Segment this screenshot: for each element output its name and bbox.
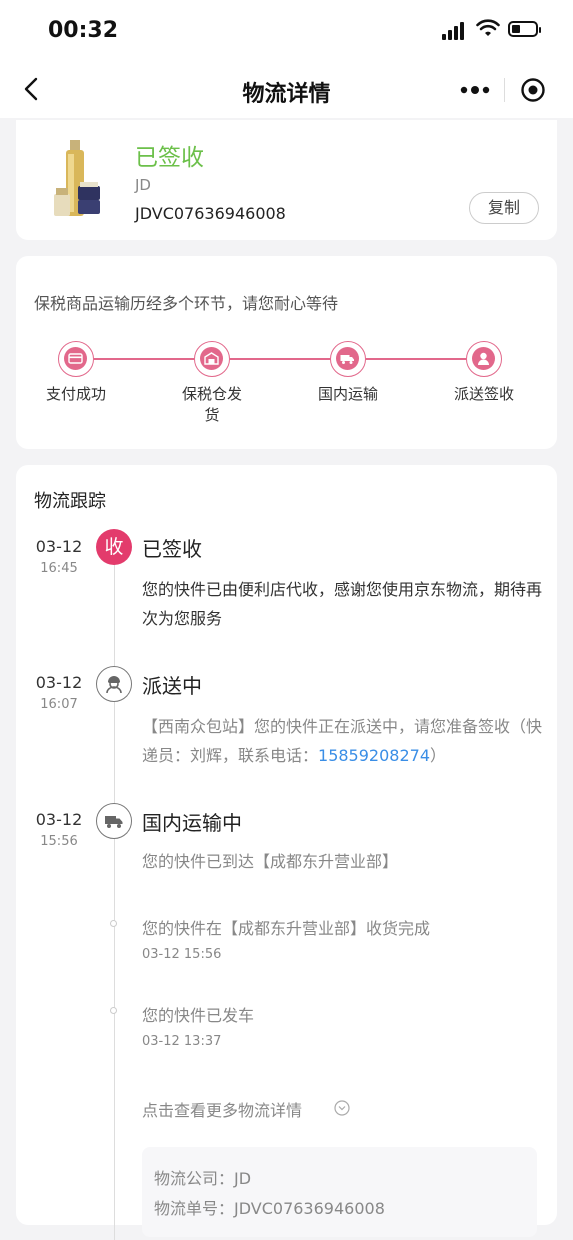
- event-title: 派送中: [142, 674, 202, 698]
- tracking-card: 物流跟踪 03-12 16:45 收 已签收 您的快件已由便利店代收，感谢您使用…: [16, 465, 557, 1240]
- sub-event-text: 您的快件已发车: [142, 1006, 255, 1025]
- event-date: 03-12: [35, 810, 83, 829]
- sub-event-time: 03-12 13:37: [142, 1034, 222, 1049]
- sub-event-time: 03-12 15:56: [142, 947, 222, 962]
- event-text: 【西南众包站】您的快件正在派送中，请您准备签收（快递员：刘辉，联系电话：1585…: [142, 717, 543, 765]
- step-connector: [94, 358, 194, 360]
- courier-phone-link[interactable]: 15859208274: [318, 746, 430, 765]
- event-title: 国内运输中: [142, 811, 242, 835]
- timeline-line: [114, 560, 115, 1240]
- status-bar: 00:32: [0, 0, 573, 62]
- truck-icon: [96, 803, 132, 839]
- courier-company: JD: [135, 176, 151, 194]
- wifi-icon: [476, 19, 500, 36]
- step-label: 支付成功: [45, 385, 106, 403]
- info-company: 物流公司：JD: [154, 1169, 252, 1188]
- signal-icon: [442, 22, 468, 40]
- step-label: 国内运输: [317, 385, 378, 403]
- chevron-down-icon[interactable]: [334, 1100, 350, 1116]
- battery-icon: [508, 21, 541, 37]
- event-time: 15:56: [40, 834, 78, 849]
- step-label: 派送签收: [453, 385, 514, 403]
- progress-card: 保税商品运输历经多个环节，请您耐心等待 支付成功 保税仓发货 国内运输 派送签收: [16, 256, 557, 449]
- sub-event-text: 您的快件在【成都东升营业部】收货完成: [142, 919, 431, 938]
- sub-event-dot: [110, 920, 117, 927]
- delivery-status: 已签收: [135, 145, 204, 171]
- mini-program-capsule: [446, 72, 556, 108]
- more-tracking-link[interactable]: 点击查看更多物流详情: [142, 1097, 302, 1121]
- event-time: 16:07: [40, 697, 78, 712]
- sub-event-dot: [110, 1007, 117, 1014]
- event-title: 已签收: [142, 537, 202, 561]
- warehouse-icon: [194, 341, 230, 377]
- card-icon: [58, 341, 94, 377]
- step-connector: [366, 358, 466, 360]
- close-target-icon[interactable]: [520, 77, 546, 103]
- product-image: [54, 140, 100, 216]
- package-card: 已签收 JD JDVC07636946008 复制: [16, 120, 557, 240]
- logistics-info-box: 物流公司：JD 物流单号：JDVC07636946008: [142, 1147, 537, 1237]
- copy-button[interactable]: 复制: [469, 192, 539, 224]
- event-text: 您的快件已到达【成都东升营业部】: [142, 852, 399, 871]
- waybill-number: JDVC07636946008: [135, 204, 286, 223]
- more-icon[interactable]: [460, 82, 490, 98]
- event-date: 03-12: [35, 673, 83, 692]
- nav-bar: 物流详情: [0, 62, 573, 118]
- step-label: 保税仓发货: [181, 385, 242, 424]
- signed-badge: 收: [96, 529, 132, 565]
- capsule-divider: [504, 78, 505, 102]
- step-connector: [230, 358, 330, 360]
- status-time: 00:32: [48, 18, 119, 43]
- tracking-title: 物流跟踪: [34, 491, 106, 512]
- bonded-notice: 保税商品运输历经多个环节，请您耐心等待: [34, 294, 339, 313]
- event-text: 您的快件已由便利店代收，感谢您使用京东物流，期待再次为您服务: [142, 580, 543, 628]
- truck-icon: [330, 341, 366, 377]
- event-time: 16:45: [40, 561, 78, 576]
- event-date: 03-12: [35, 537, 83, 556]
- courier-icon: [466, 341, 502, 377]
- info-waybill: 物流单号：JDVC07636946008: [154, 1199, 385, 1218]
- courier-icon: [96, 666, 132, 702]
